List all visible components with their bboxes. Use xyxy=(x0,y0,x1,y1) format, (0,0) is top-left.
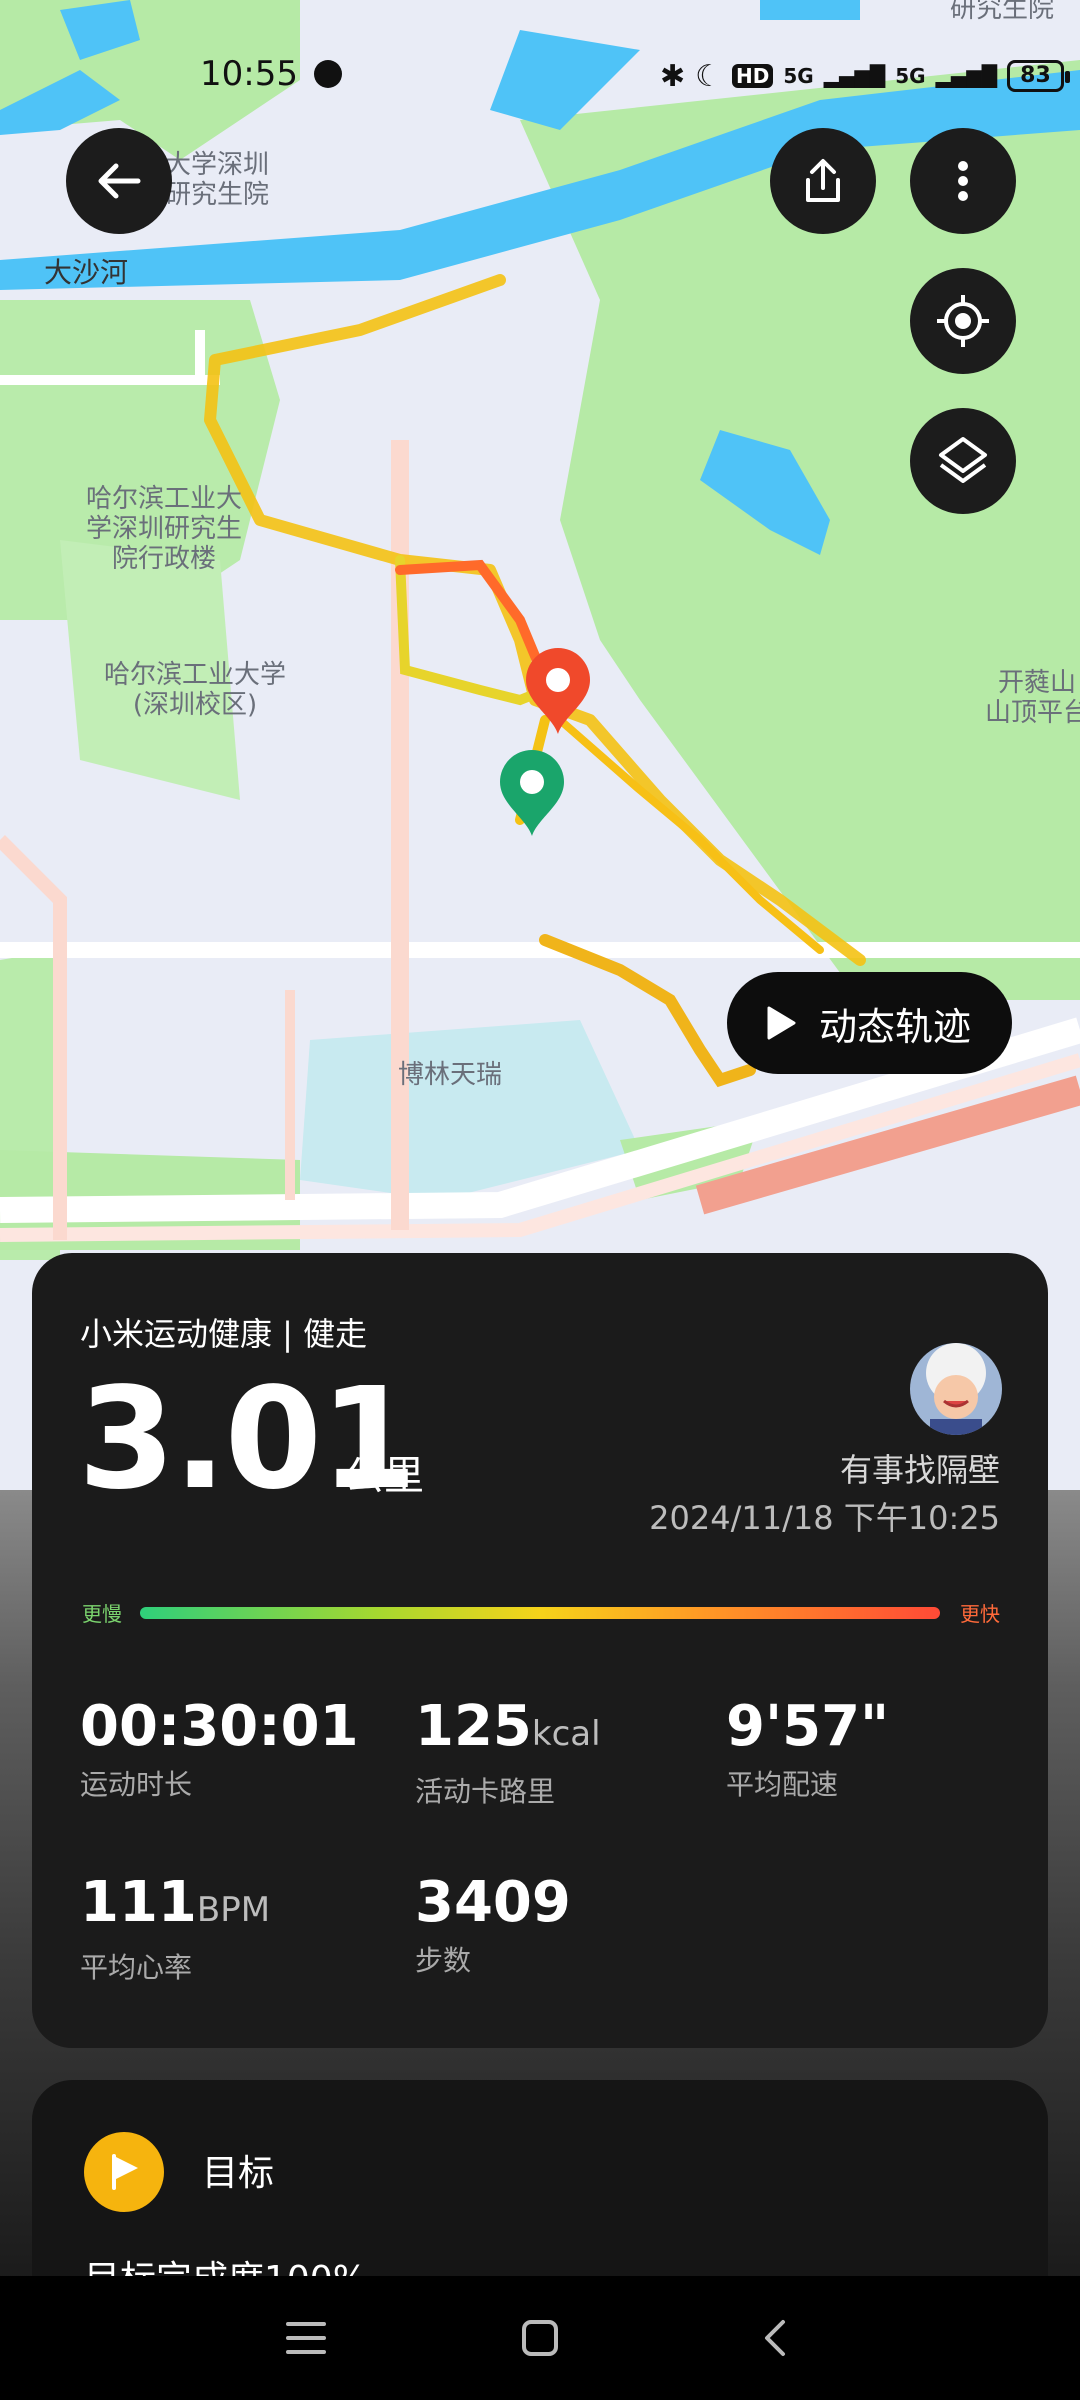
stat-calories: 125kcal 活动卡路里 xyxy=(415,1695,601,1810)
steps-label: 步数 xyxy=(415,1944,472,1977)
pace-fast-label: 更快 xyxy=(960,1602,1000,1626)
pace-gradient-bar xyxy=(140,1607,940,1619)
calories-value: 125 xyxy=(415,1694,532,1759)
share-button[interactable] xyxy=(770,128,876,234)
more-vertical-icon xyxy=(958,161,968,201)
duration-label: 运动时长 xyxy=(80,1768,193,1801)
locate-target-icon xyxy=(937,295,989,347)
map-label-mountain: 开蕤山 山顶平台 xyxy=(985,668,1080,728)
map-label-bolin: 博林天瑞 xyxy=(398,1060,503,1090)
heart-rate-value: 111 xyxy=(80,1870,197,1935)
nav-back-button[interactable] xyxy=(742,2306,806,2370)
stat-duration: 00:30:01 运动时长 xyxy=(80,1695,359,1803)
stat-heart-rate: 111BPM 平均心率 xyxy=(80,1871,270,1986)
dynamic-track-button[interactable]: 动态轨迹 xyxy=(727,972,1012,1074)
back-arrow-icon xyxy=(98,163,141,199)
nav-menu-button[interactable] xyxy=(274,2306,338,2370)
map-label-top-right: 研究生院 xyxy=(950,0,1055,24)
pace-slow-label: 更慢 xyxy=(82,1602,122,1626)
network-label-1: 5G xyxy=(783,64,814,88)
avatar[interactable] xyxy=(910,1343,1002,1435)
more-button[interactable] xyxy=(910,128,1016,234)
signal-icon-1: ▂▄▆█ xyxy=(823,64,886,88)
back-button[interactable] xyxy=(66,128,172,234)
goal-title: 目标 xyxy=(202,2153,275,2194)
hd-icon: HD xyxy=(732,64,774,88)
distance-unit: 公里 xyxy=(344,1453,424,1499)
map-label-institute: 大学深圳 研究生院 xyxy=(165,150,270,210)
pace-label: 平均配速 xyxy=(726,1768,839,1801)
stat-pace: 9'57" 平均配速 xyxy=(726,1695,889,1803)
duration-value: 00:30:01 xyxy=(80,1694,359,1759)
status-bar: 10:55 ✱ ☾ HD 5G ▂▄▆█ 5G ▂▄▆█ 83 xyxy=(0,50,1080,100)
nav-home-button[interactable] xyxy=(508,2306,572,2370)
locate-button[interactable] xyxy=(910,268,1016,374)
workout-datetime: 2024/11/18 下午10:25 xyxy=(649,1499,1000,1537)
dynamic-track-label: 动态轨迹 xyxy=(819,1004,972,1049)
dnd-moon-icon: ☾ xyxy=(695,58,723,94)
steps-value: 3409 xyxy=(415,1870,571,1935)
goal-flag-icon xyxy=(84,2132,164,2212)
bluetooth-icon: ✱ xyxy=(660,58,686,94)
signal-icon-2: ▂▄▆█ xyxy=(935,64,998,88)
share-icon xyxy=(806,159,840,202)
layers-button[interactable] xyxy=(910,408,1016,514)
network-label-2: 5G xyxy=(895,64,926,88)
home-square-icon xyxy=(522,2320,558,2356)
timer-icon xyxy=(314,60,342,88)
map-label-campus: 哈尔滨工业大学 (深圳校区) xyxy=(104,660,287,720)
heart-rate-label: 平均心率 xyxy=(80,1951,193,1984)
status-time: 10:55 xyxy=(200,54,298,94)
end-marker-icon xyxy=(526,648,590,734)
heart-rate-unit: BPM xyxy=(196,1890,271,1930)
pace-value: 9'57" xyxy=(726,1694,890,1759)
start-marker-icon xyxy=(500,750,564,836)
system-nav-bar xyxy=(0,2276,1080,2400)
calories-unit: kcal xyxy=(531,1714,601,1754)
play-icon xyxy=(767,1006,796,1040)
chevron-left-icon xyxy=(765,2320,785,2356)
avatar-image xyxy=(910,1343,1002,1435)
map-label-river: 大沙河 xyxy=(44,256,129,289)
workout-summary-card: 小米运动健康 | 健走 3.01 公里 有事找隔壁 2024/11/18 下午1… xyxy=(32,1253,1048,2048)
calories-label: 活动卡路里 xyxy=(415,1775,556,1808)
stat-steps: 3409 步数 xyxy=(415,1871,571,1979)
layers-icon xyxy=(939,437,987,483)
user-name: 有事找隔壁 xyxy=(839,1451,1000,1489)
workout-app-title: 小米运动健康 | 健走 xyxy=(80,1315,368,1353)
battery-icon: 83 xyxy=(1007,60,1070,92)
map-label-admin-building: 哈尔滨工业大 学深圳研究生 院行政楼 xyxy=(86,484,243,574)
menu-icon xyxy=(286,2322,326,2354)
